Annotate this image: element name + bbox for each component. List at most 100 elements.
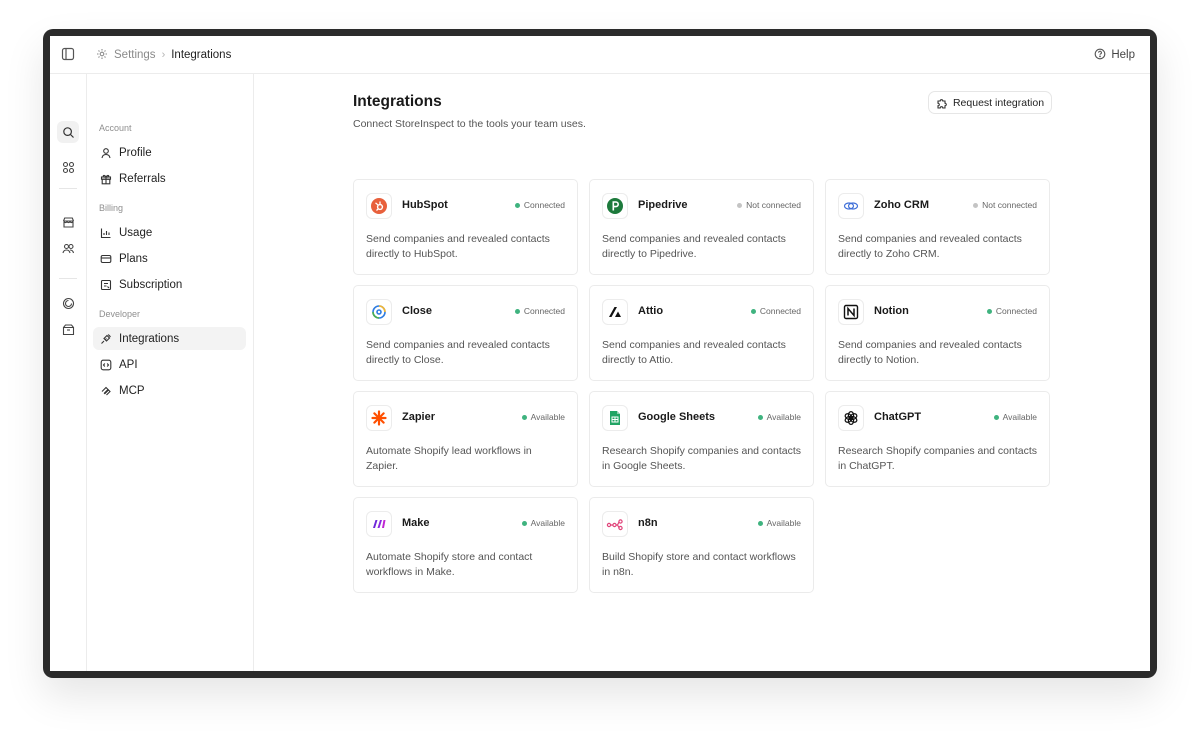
sidebar-item-profile[interactable]: Profile xyxy=(93,141,246,164)
sidebar-item-plans[interactable]: Plans xyxy=(93,247,246,270)
chart-icon xyxy=(100,228,111,238)
status-badge: Connected xyxy=(986,306,1037,316)
status-dot xyxy=(737,202,743,208)
sheets-icon xyxy=(602,405,628,431)
icon-rail xyxy=(50,74,87,671)
section-developer: Developer xyxy=(99,309,141,319)
integration-name: Zoho CRM xyxy=(874,199,929,211)
help-label: Help xyxy=(1111,49,1135,61)
integration-description: Automate Shopify lead workflows in Zapie… xyxy=(366,445,532,472)
status-label: Available xyxy=(1002,412,1037,422)
integration-card-attio[interactable]: Attio Connected Send companies and revea… xyxy=(589,285,814,381)
integration-description: Research Shopify companies and contacts … xyxy=(602,445,802,472)
section-account: Account xyxy=(99,123,132,133)
sidebar-item-api[interactable]: API xyxy=(93,353,246,376)
integration-card-notion[interactable]: Notion Connected Send companies and reve… xyxy=(825,285,1050,381)
integration-card-google-sheets[interactable]: Google Sheets Available Research Shopify… xyxy=(589,391,814,487)
status-dot xyxy=(750,308,756,314)
page-title: Integrations xyxy=(353,93,442,110)
box-icon[interactable] xyxy=(57,318,79,340)
breadcrumb-current: Integrations xyxy=(171,49,232,61)
status-badge: Connected xyxy=(750,306,801,316)
status-dot xyxy=(986,308,992,314)
notion-icon xyxy=(838,299,864,325)
store-icon[interactable] xyxy=(57,211,79,233)
integration-card-close[interactable]: Close Connected Send companies and revea… xyxy=(353,285,578,381)
integration-card-n8n[interactable]: n8n Available Build Shopify store and co… xyxy=(589,497,814,593)
sidebar-toggle-icon[interactable] xyxy=(61,47,75,61)
integration-name: Make xyxy=(402,517,430,529)
screenshot-stage: Settings › Integrations Help Account Pro… xyxy=(0,0,1200,735)
help-icon xyxy=(1094,48,1106,63)
analytics-icon[interactable] xyxy=(57,292,79,314)
sidebar-item-label: Referrals xyxy=(119,172,166,185)
page-subtitle: Connect StoreInspect to the tools your t… xyxy=(353,118,586,130)
status-dot xyxy=(757,414,763,420)
integration-card-pipedrive[interactable]: Pipedrive Not connected Send companies a… xyxy=(589,179,814,275)
breadcrumb: Settings › Integrations xyxy=(96,36,231,74)
integration-description: Send companies and revealed contacts dir… xyxy=(602,339,786,366)
sidebar-item-label: Subscription xyxy=(119,278,183,291)
status-label: Available xyxy=(766,518,801,528)
sidebar-item-label: Integrations xyxy=(119,332,180,345)
status-badge: Available xyxy=(757,518,801,528)
pipedrive-icon xyxy=(602,193,628,219)
sidebar-item-subscription[interactable]: Subscription xyxy=(93,273,246,296)
integration-name: Close xyxy=(402,305,432,317)
integration-card-hubspot[interactable]: HubSpot Connected Send companies and rev… xyxy=(353,179,578,275)
integration-description: Send companies and revealed contacts dir… xyxy=(366,233,550,260)
status-dot xyxy=(521,414,527,420)
status-badge: Available xyxy=(757,412,801,422)
integration-description: Automate Shopify store and contact workf… xyxy=(366,551,533,578)
n8n-icon xyxy=(602,511,628,537)
plug-icon xyxy=(101,333,111,344)
chatgpt-icon xyxy=(838,405,864,431)
card-icon xyxy=(100,254,112,263)
status-dot xyxy=(514,308,520,314)
integration-description: Send companies and revealed contacts dir… xyxy=(838,339,1022,366)
integration-card-make[interactable]: Make Available Automate Shopify store an… xyxy=(353,497,578,593)
sidebar-item-mcp[interactable]: MCP xyxy=(93,379,246,402)
sidebar-item-label: MCP xyxy=(119,384,145,397)
status-label: Available xyxy=(530,412,565,422)
close-icon xyxy=(366,299,392,325)
status-badge: Available xyxy=(521,412,565,422)
integration-card-zapier[interactable]: Zapier Available Automate Shopify lead w… xyxy=(353,391,578,487)
rail-divider xyxy=(59,188,77,189)
section-billing: Billing xyxy=(99,203,124,213)
status-label: Not connected xyxy=(982,200,1037,210)
grid-icon[interactable] xyxy=(57,156,79,178)
status-label: Connected xyxy=(995,306,1037,316)
make-icon xyxy=(366,511,392,537)
integration-card-zoho-crm[interactable]: Zoho CRM Not connected Send companies an… xyxy=(825,179,1050,275)
integration-card-chatgpt[interactable]: ChatGPT Available Research Shopify compa… xyxy=(825,391,1050,487)
receipt-icon xyxy=(100,279,112,290)
sidebar-item-usage[interactable]: Usage xyxy=(93,221,246,244)
team-icon[interactable] xyxy=(57,237,79,259)
hubspot-icon xyxy=(366,193,392,219)
status-badge: Connected xyxy=(514,306,565,316)
integration-name: Google Sheets xyxy=(638,411,716,423)
integration-name: Pipedrive xyxy=(638,199,688,211)
puzzle-icon xyxy=(937,98,947,109)
attio-icon xyxy=(602,299,628,325)
request-integration-button[interactable]: Request integration xyxy=(928,91,1052,114)
integration-name: n8n xyxy=(638,517,658,529)
help-button[interactable]: Help xyxy=(1094,36,1135,74)
zoho-icon xyxy=(838,193,864,219)
gift-icon xyxy=(100,174,112,184)
integration-description: Send companies and revealed contacts dir… xyxy=(602,233,786,260)
breadcrumb-separator: › xyxy=(161,49,166,61)
breadcrumb-settings[interactable]: Settings xyxy=(114,49,156,61)
integration-name: Notion xyxy=(874,305,909,317)
integration-description: Send companies and revealed contacts dir… xyxy=(838,233,1022,260)
sidebar-item-integrations[interactable]: Integrations xyxy=(93,327,246,350)
main-content: Integrations Connect StoreInspect to the… xyxy=(254,74,1150,671)
top-bar: Settings › Integrations Help xyxy=(50,36,1150,74)
sidebar-item-label: Usage xyxy=(119,226,153,239)
search-icon[interactable] xyxy=(57,121,79,143)
status-label: Not connected xyxy=(746,200,801,210)
sidebar-item-referrals[interactable]: Referrals xyxy=(93,167,246,190)
status-badge: Available xyxy=(521,518,565,528)
status-label: Available xyxy=(530,518,565,528)
